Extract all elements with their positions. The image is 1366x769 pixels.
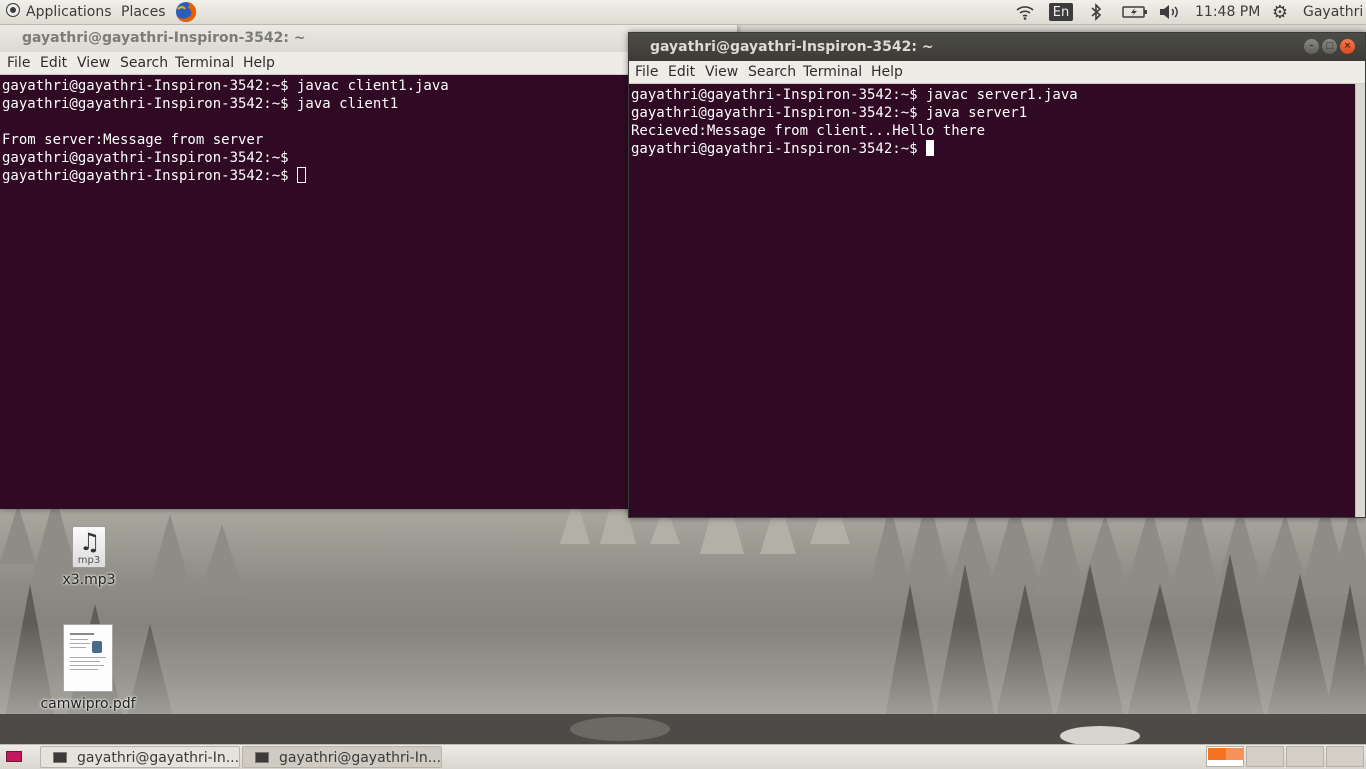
menu-file[interactable]: File (7, 52, 30, 74)
terminal-window-client[interactable]: gayathri@gayathri-Inspiron-3542: ~ File … (0, 24, 737, 509)
terminal-prompt-line: gayathri@gayathri-Inspiron-3542:~$ (631, 140, 935, 158)
show-desktop-icon[interactable] (6, 751, 22, 762)
terminal-line: Recieved:Message from client...Hello the… (631, 123, 986, 139)
workspace-3[interactable] (1286, 746, 1324, 767)
taskbar-item-terminal-client[interactable]: gayathri@gayathri-In... (40, 746, 240, 768)
terminal-line: gayathri@gayathri-Inspiron-3542:~$ (631, 141, 927, 157)
terminal-line: gayathri@gayathri-Inspiron-3542:~$ java … (2, 96, 399, 112)
maximize-window-icon[interactable]: □ (1322, 39, 1337, 54)
menu-help[interactable]: Help (243, 52, 275, 74)
close-window-icon[interactable]: × (1340, 39, 1355, 54)
volume-icon[interactable] (1158, 3, 1182, 21)
menu-search[interactable]: Search (748, 61, 796, 83)
menu-bar: File Edit View Search Terminal Help (0, 52, 737, 75)
terminal-prompt-line: gayathri@gayathri-Inspiron-3542:~$ (2, 167, 307, 185)
workspace-4[interactable] (1326, 746, 1364, 767)
applications-label: Applications (26, 4, 112, 20)
taskbar-item-label: gayathri@gayathri-In... (279, 750, 442, 766)
bottom-panel: gayathri@gayathri-In... gayathri@gayathr… (0, 744, 1366, 769)
window-title: gayathri@gayathri-Inspiron-3542: ~ (22, 30, 306, 46)
user-menu[interactable]: Gayathri (1303, 0, 1363, 24)
taskbar-item-label: gayathri@gayathri-In... (77, 750, 240, 766)
bluetooth-icon[interactable] (1088, 3, 1104, 21)
taskbar-item-terminal-server[interactable]: gayathri@gayathri-In... (242, 746, 442, 768)
applications-menu[interactable]: Applications (6, 0, 112, 24)
terminal-cursor (297, 167, 307, 183)
audio-file-icon: ♫ mp3 (72, 526, 106, 568)
desktop-icon-pdf[interactable]: camwipro.pdf (38, 624, 138, 712)
menu-terminal[interactable]: Terminal (803, 61, 862, 83)
menu-help[interactable]: Help (871, 61, 903, 83)
workspace-1[interactable] (1206, 746, 1244, 767)
terminal-line: gayathri@gayathri-Inspiron-3542:~$ (2, 168, 298, 184)
menu-terminal[interactable]: Terminal (175, 52, 234, 74)
desktop-icon-label: x3.mp3 (62, 572, 116, 588)
gnome-foot-icon (6, 3, 20, 17)
terminal-icon (53, 752, 67, 763)
places-menu[interactable]: Places (121, 0, 166, 24)
window-title: gayathri@gayathri-Inspiron-3542: ~ (650, 39, 934, 55)
menu-view[interactable]: View (77, 52, 110, 74)
terminal-output[interactable]: gayathri@gayathri-Inspiron-3542:~$ javac… (0, 75, 737, 509)
top-panel: Applications Places En 11:48 PM ⚙ Gayath… (0, 0, 1366, 25)
menu-view[interactable]: View (705, 61, 738, 83)
pdf-document-icon (63, 624, 113, 692)
terminal-line: From server:Message from server (2, 132, 264, 148)
menu-bar: File Edit View Search Terminal Help (629, 61, 1365, 84)
minimize-window-icon[interactable]: – (1304, 39, 1319, 54)
terminal-line: gayathri@gayathri-Inspiron-3542:~$ javac… (2, 78, 449, 94)
settings-gear-icon[interactable]: ⚙ (1270, 2, 1290, 23)
clock[interactable]: 11:48 PM (1195, 0, 1260, 24)
terminal-line: gayathri@gayathri-Inspiron-3542:~$ java … (631, 105, 1028, 121)
terminal-scrollbar[interactable] (1355, 84, 1365, 517)
desktop-icon-label: camwipro.pdf (40, 696, 136, 712)
menu-file[interactable]: File (635, 61, 658, 83)
terminal-cursor (926, 140, 935, 156)
menu-search[interactable]: Search (120, 52, 168, 74)
menu-edit[interactable]: Edit (40, 52, 67, 74)
terminal-line: gayathri@gayathri-Inspiron-3542:~$ (2, 150, 289, 166)
keyboard-layout-indicator[interactable]: En (1049, 3, 1073, 21)
window-titlebar[interactable]: gayathri@gayathri-Inspiron-3542: ~ – □ × (629, 33, 1365, 61)
desktop-icon-mp3[interactable]: ♫ mp3 x3.mp3 (50, 526, 128, 588)
window-titlebar[interactable]: gayathri@gayathri-Inspiron-3542: ~ (0, 24, 737, 52)
menu-edit[interactable]: Edit (668, 61, 695, 83)
terminal-line: gayathri@gayathri-Inspiron-3542:~$ javac… (631, 87, 1078, 103)
terminal-icon (255, 752, 269, 763)
terminal-output[interactable]: gayathri@gayathri-Inspiron-3542:~$ javac… (629, 84, 1356, 517)
terminal-window-server[interactable]: gayathri@gayathri-Inspiron-3542: ~ – □ ×… (628, 32, 1366, 518)
battery-icon[interactable] (1122, 3, 1148, 21)
wifi-icon[interactable] (1014, 3, 1036, 21)
keyboard-layout-label: En (1052, 4, 1070, 20)
firefox-icon[interactable] (175, 1, 197, 23)
mp3-badge: mp3 (77, 555, 101, 566)
workspace-2[interactable] (1246, 746, 1284, 767)
